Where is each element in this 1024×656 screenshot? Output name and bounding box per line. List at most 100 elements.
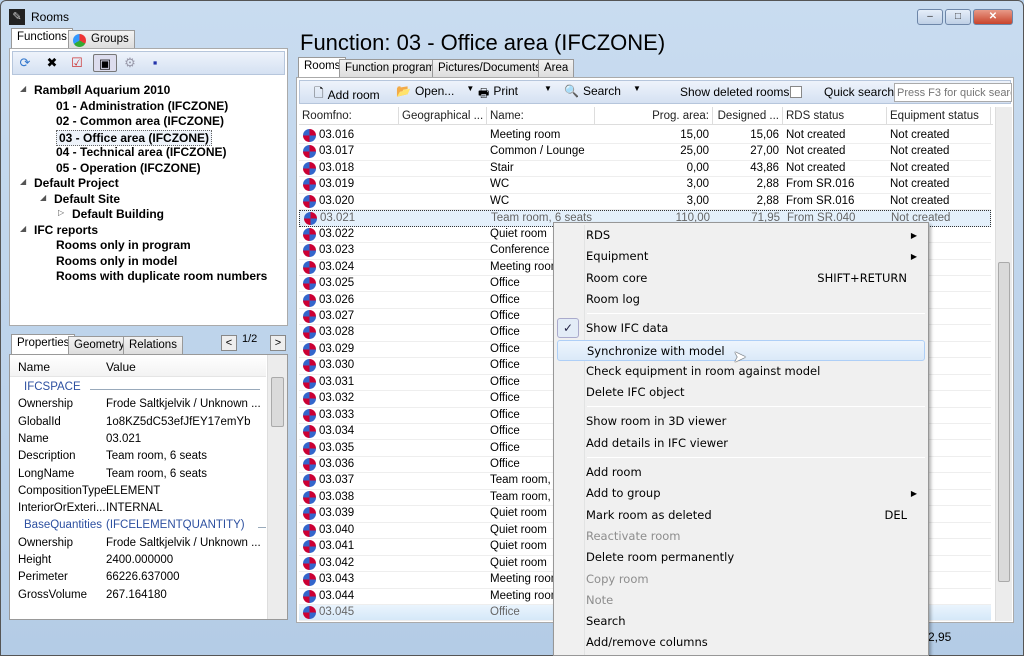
property-name: Ownership bbox=[18, 536, 73, 549]
tree-item[interactable]: Rambøll Aquarium 2010 bbox=[34, 83, 170, 97]
room-icon bbox=[303, 540, 316, 554]
refresh-icon[interactable]: ⟳ bbox=[16, 54, 34, 72]
menu-item[interactable]: Room core SHIFT+RETURN bbox=[557, 268, 925, 289]
tab-functions[interactable]: Functions bbox=[11, 28, 73, 49]
save-icon[interactable]: ▪ bbox=[146, 54, 164, 72]
menu-item[interactable]: Add room bbox=[557, 462, 925, 483]
scroll-thumb[interactable] bbox=[271, 377, 284, 427]
tab-function-program[interactable]: Function program bbox=[339, 59, 442, 78]
room-icon bbox=[303, 507, 316, 521]
menu-item[interactable]: Add details in IFC viewer bbox=[557, 433, 925, 454]
menu-item[interactable]: Add/remove columns bbox=[557, 632, 925, 653]
table-row[interactable]: 03.017 Common / Lounge 25,00 27,00 Not creat… bbox=[299, 144, 991, 161]
tree-item[interactable]: Default Project bbox=[34, 176, 119, 190]
tree-item[interactable]: 05 - Operation (IFCZONE) bbox=[56, 161, 201, 175]
menu-item[interactable]: Mark room as deleted DEL bbox=[557, 505, 925, 526]
tab-label: Groups bbox=[91, 33, 129, 45]
tree-item[interactable]: Default Site bbox=[54, 192, 120, 206]
add-room-button[interactable]: 🗋 Add room bbox=[314, 84, 380, 105]
menu-item[interactable]: RDS ▶ bbox=[557, 225, 925, 246]
room-icon bbox=[303, 260, 316, 274]
scroll-thumb[interactable] bbox=[998, 262, 1010, 582]
tree-item[interactable]: IFC reports bbox=[34, 223, 98, 237]
prev-page-button[interactable]: < bbox=[221, 335, 237, 351]
tab-area[interactable]: Area bbox=[538, 59, 575, 78]
property-value: Team room, 6 seats bbox=[106, 450, 207, 463]
cell-equipment-status: Not created bbox=[890, 161, 950, 174]
column-header[interactable]: Equipment status bbox=[887, 107, 991, 125]
tab-geometry[interactable]: Geometry bbox=[68, 336, 131, 355]
menu-item[interactable]: Add to group ▶ bbox=[557, 483, 925, 504]
settings-icon[interactable]: ⚙ bbox=[121, 54, 139, 72]
maximize-button[interactable]: □ bbox=[945, 9, 971, 25]
tab-pictures-documents[interactable]: Pictures/Documents bbox=[432, 59, 547, 78]
room-icon bbox=[303, 227, 316, 241]
tree-item[interactable]: 01 - Administration (IFCZONE) bbox=[56, 99, 228, 113]
search-icon: 🔍 bbox=[564, 84, 579, 98]
menu-item-label: Delete room permanently bbox=[586, 550, 735, 565]
expand-icon[interactable]: ◢ bbox=[40, 193, 46, 202]
table-row[interactable]: 03.016 Meeting room 15,00 15,06 Not created N… bbox=[299, 128, 991, 145]
table-row[interactable]: 03.019 WC 3,00 2,88 From SR.016 Not created bbox=[299, 177, 991, 194]
menu-item[interactable]: Show IFC data bbox=[557, 318, 925, 339]
column-header[interactable]: Geographical ... bbox=[399, 107, 487, 125]
print-button[interactable]: 🖶 Print ▼ bbox=[478, 84, 552, 105]
checklist-icon[interactable]: ☑ bbox=[68, 54, 86, 72]
quick-search-input[interactable] bbox=[894, 83, 1012, 102]
column-header[interactable]: Name: bbox=[487, 107, 595, 125]
expand-icon[interactable]: ▷ bbox=[58, 208, 64, 217]
room-icon bbox=[303, 244, 316, 258]
view-icon[interactable]: ▣ bbox=[93, 54, 117, 72]
cell-name: WC bbox=[490, 194, 510, 207]
cell-roomfno: 03.020 bbox=[319, 194, 355, 207]
tree-item[interactable]: 04 - Technical area (IFCZONE) bbox=[56, 145, 227, 159]
property-value: INTERNAL bbox=[106, 502, 163, 515]
menu-item[interactable]: Equipment ▶ bbox=[557, 246, 925, 267]
column-header[interactable]: Designed ... bbox=[713, 107, 783, 125]
column-header[interactable]: RDS status bbox=[783, 107, 887, 125]
column-header[interactable]: Roomfno: bbox=[299, 107, 399, 125]
tree-item[interactable]: Rooms only in model bbox=[56, 254, 177, 268]
tab-groups[interactable]: Groups bbox=[68, 30, 135, 49]
label: Print bbox=[493, 84, 519, 98]
disconnect-icon[interactable]: ✖ bbox=[43, 54, 61, 72]
expand-icon[interactable]: ◢ bbox=[20, 177, 26, 186]
minimize-button[interactable]: – bbox=[917, 9, 943, 25]
search-button[interactable]: 🔍 Search ▼ bbox=[564, 84, 641, 98]
submenu-arrow-icon: ▶ bbox=[910, 252, 917, 262]
cell-rds-status: Not created bbox=[786, 145, 846, 158]
tree-item[interactable]: Default Building bbox=[72, 207, 164, 221]
properties-header: Name Value bbox=[10, 355, 266, 377]
tree-item[interactable]: Rooms only in program bbox=[56, 238, 191, 252]
expand-icon[interactable]: ◢ bbox=[20, 84, 26, 93]
cell-roomfno: 03.023 bbox=[319, 244, 355, 257]
cell-roomfno: 03.017 bbox=[319, 145, 355, 158]
menu-item[interactable]: Delete IFC object bbox=[557, 382, 925, 403]
expand-icon[interactable]: ◢ bbox=[20, 224, 26, 233]
tab-relations[interactable]: Relations bbox=[123, 336, 183, 355]
window-title: Rooms bbox=[31, 10, 70, 24]
menu-item: Copy room bbox=[557, 569, 925, 590]
menu-item[interactable]: Room log bbox=[557, 289, 925, 310]
cell-roomfno: 03.026 bbox=[319, 293, 355, 306]
room-icon bbox=[304, 212, 317, 226]
next-page-button[interactable]: > bbox=[270, 335, 286, 351]
open-button[interactable]: 📂 Open... ▼ bbox=[396, 84, 474, 98]
show-deleted-checkbox[interactable] bbox=[790, 86, 802, 98]
tree-item[interactable]: 03 - Office area (IFCZONE) bbox=[56, 130, 213, 146]
cell-roomfno: 03.039 bbox=[319, 507, 355, 520]
tree-item[interactable]: 02 - Common area (IFCZONE) bbox=[56, 114, 224, 128]
menu-item[interactable]: Search bbox=[557, 611, 925, 632]
room-icon bbox=[303, 145, 316, 159]
menu-item[interactable]: Show room in 3D viewer bbox=[557, 411, 925, 432]
tab-properties[interactable]: Properties bbox=[11, 334, 76, 355]
rooms-scrollbar[interactable] bbox=[995, 107, 1012, 621]
close-button[interactable]: ✕ bbox=[973, 9, 1013, 25]
table-row[interactable]: 03.018 Stair 0,00 43,86 Not created Not creat… bbox=[299, 161, 991, 178]
properties-scrollbar[interactable] bbox=[267, 355, 287, 619]
table-row[interactable]: 03.020 WC 3,00 2,88 From SR.016 Not created bbox=[299, 194, 991, 211]
column-header[interactable]: Prog. area: bbox=[595, 107, 713, 125]
menu-item[interactable]: Delete room permanently bbox=[557, 547, 925, 568]
mouse-cursor-icon: ➤ bbox=[733, 349, 747, 366]
tree-item[interactable]: Rooms with duplicate room numbers bbox=[56, 269, 267, 283]
